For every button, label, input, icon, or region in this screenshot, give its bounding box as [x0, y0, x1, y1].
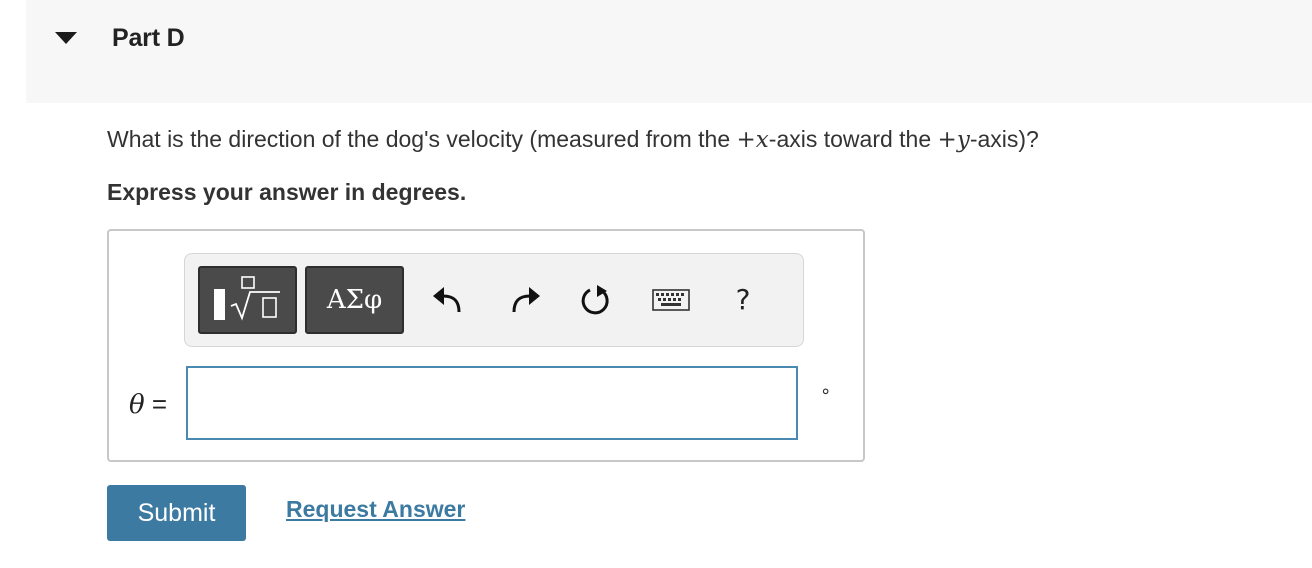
answer-variable-label: θ = [129, 389, 167, 420]
request-answer-link[interactable]: Request Answer [286, 496, 465, 523]
part-title: Part D [112, 24, 185, 52]
keyboard-button[interactable] [651, 282, 691, 318]
equals-sign: = [144, 389, 168, 419]
templates-icon [214, 276, 280, 321]
question-text-part: -axis toward the [768, 126, 938, 152]
greek-symbols-button[interactable]: ΑΣφ [305, 266, 404, 334]
redo-button[interactable] [508, 282, 544, 318]
keyboard-icon [652, 289, 690, 311]
templates-button[interactable] [198, 266, 297, 334]
help-button[interactable]: ? [731, 280, 755, 320]
math-plus-sign: + [736, 127, 756, 153]
reset-icon [581, 285, 609, 315]
math-x-variable: x [755, 127, 769, 153]
theta-symbol: θ [129, 390, 145, 420]
answer-box: ΑΣφ ? θ = ∘ [107, 229, 865, 462]
reset-button[interactable] [577, 282, 613, 318]
redo-icon [512, 287, 540, 313]
question-text: What is the direction of the dog's veloc… [107, 126, 1039, 153]
submit-button[interactable]: Submit [107, 485, 246, 541]
part-header [26, 0, 1312, 103]
math-y-variable: y [956, 127, 970, 153]
answer-instruction: Express your answer in degrees. [107, 179, 467, 205]
math-toolbar: ΑΣφ ? [184, 253, 804, 347]
question-text-part: -axis)? [969, 126, 1039, 152]
math-plus-sign: + [937, 127, 957, 153]
undo-icon [433, 287, 461, 313]
answer-input[interactable] [186, 366, 798, 440]
collapse-triangle-icon[interactable] [55, 32, 77, 44]
degree-unit-label: ∘ [820, 381, 832, 401]
undo-button[interactable] [429, 282, 465, 318]
question-text-part: What is the direction of the dog's veloc… [107, 126, 737, 152]
